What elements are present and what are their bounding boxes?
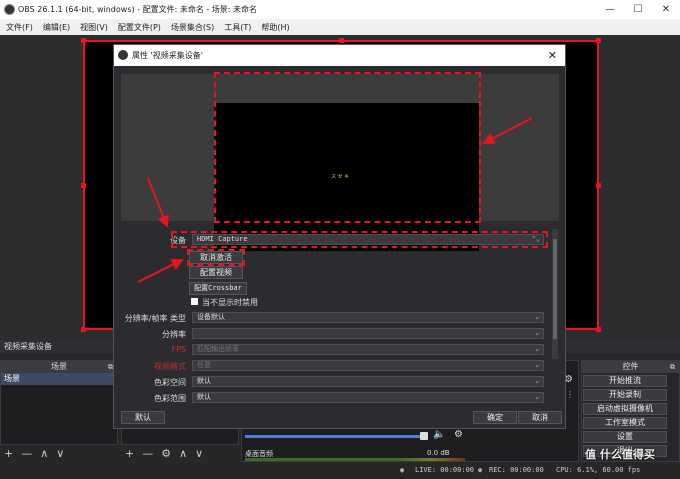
arrow-preview xyxy=(482,117,533,144)
arrow-deactivate xyxy=(137,259,184,283)
annotation-arrows xyxy=(137,117,533,283)
arrow-device xyxy=(147,177,169,228)
